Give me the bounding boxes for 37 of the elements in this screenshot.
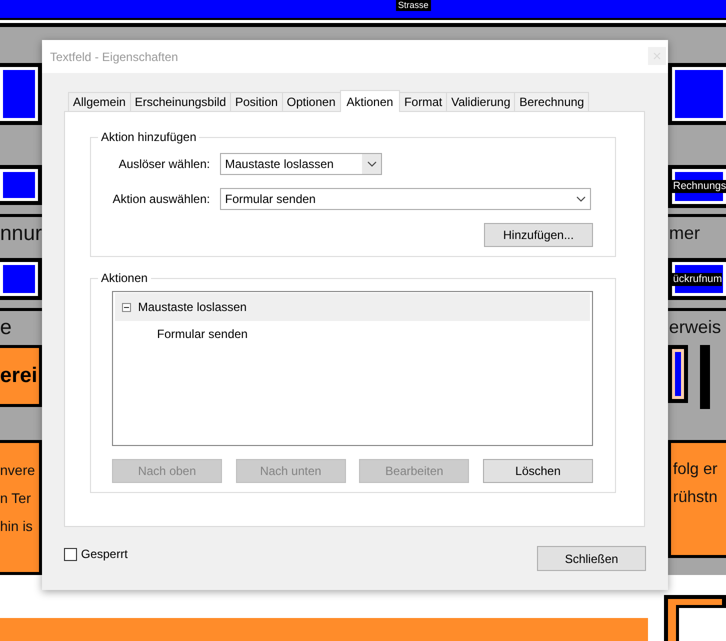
form-field <box>0 258 42 300</box>
tree-item[interactable]: Formular senden <box>115 321 590 347</box>
note-text: folg er <box>673 460 718 480</box>
window-title: Textfeld - Eigenschaften <box>50 50 178 64</box>
field-label: Strasse <box>396 0 431 11</box>
note-text: rühstn <box>673 488 718 508</box>
field-label: Rechnungs <box>672 180 726 193</box>
field-label: ückrufnum <box>672 272 722 286</box>
group-title: Aktion hinzufügen <box>100 130 198 144</box>
tab[interactable]: Optionen <box>282 92 340 111</box>
tab[interactable]: Berechnung <box>514 92 590 111</box>
tab[interactable]: Aktionen <box>340 90 400 112</box>
note-text: hin is <box>0 517 34 536</box>
tab[interactable]: Validierung <box>446 92 516 111</box>
note-text: nvere <box>0 461 36 480</box>
tab[interactable]: Allgemein <box>68 92 131 111</box>
group-title: Aktionen <box>100 271 149 285</box>
caret-icon <box>576 196 586 202</box>
field-label: Auslöser wählen: <box>118 157 211 171</box>
add-button[interactable]: Hinzufügen... <box>484 223 593 247</box>
trigger-dropdown[interactable]: Maustaste loslassen <box>220 153 382 175</box>
field-label: Aktion auswählen: <box>112 192 211 206</box>
collapse-icon[interactable] <box>122 302 131 312</box>
checkbox[interactable] <box>64 548 77 560</box>
form-field <box>0 63 42 125</box>
locked-checkbox[interactable]: Gesperrt <box>64 547 128 561</box>
tab[interactable]: Erscheinungsbild <box>130 92 232 111</box>
form-field <box>668 63 726 125</box>
action-dropdown[interactable]: Formular senden <box>220 188 591 210</box>
form-banner: erei <box>0 345 42 407</box>
form-field <box>0 165 42 205</box>
tree-item[interactable]: Maustaste loslassen <box>115 293 590 321</box>
note-text: n Ter <box>0 489 32 508</box>
close-dialog-button[interactable]: Schließen <box>537 546 646 571</box>
close-icon <box>653 52 661 60</box>
caret-icon <box>366 161 376 167</box>
action-button[interactable]: Löschen <box>482 459 593 483</box>
